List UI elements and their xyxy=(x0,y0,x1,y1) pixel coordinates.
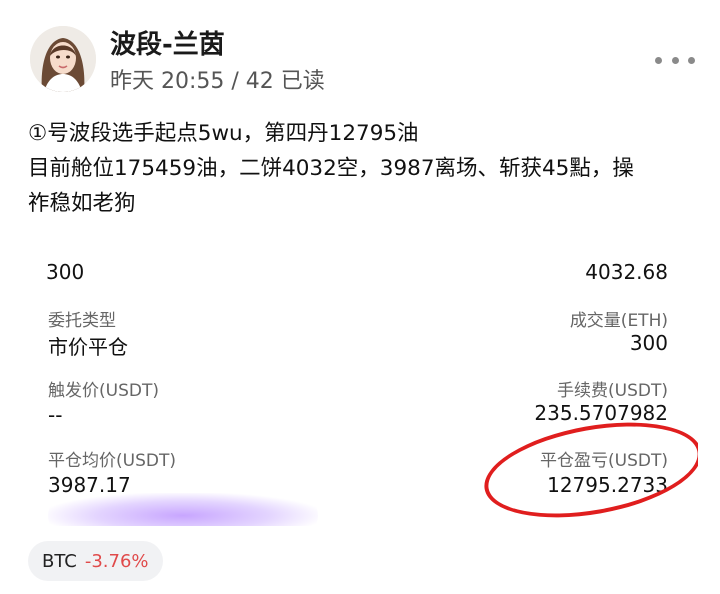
entrust-type-value: 市价平仓 xyxy=(48,335,128,359)
post-body: ①号波段选手起点5wu，第四丹12795油 目前舱位175459油，二饼4032… xyxy=(28,116,688,221)
ticker-tag[interactable]: BTC -3.76% xyxy=(28,541,163,581)
filled-qty-value: 300 xyxy=(629,331,668,355)
purple-glow-overlay xyxy=(48,493,318,526)
fee-label: 手续费(USDT) xyxy=(557,381,668,401)
right-value-top: 4032.68 xyxy=(585,260,668,284)
filled-qty-label: 成交量(ETH) xyxy=(569,311,668,331)
trigger-price-label: 触发价(USDT) xyxy=(48,381,159,401)
avatar-portrait-icon xyxy=(30,26,96,92)
left-value-top: 300 xyxy=(46,260,85,284)
red-highlight-circle xyxy=(477,407,698,526)
post-line: 目前舱位175459油，二饼4032空，3987离场、斩获45點，操 xyxy=(28,156,634,181)
author-name[interactable]: 波段-兰茵 xyxy=(110,24,225,61)
ticker-change: -3.76% xyxy=(84,550,149,572)
more-options-icon[interactable] xyxy=(655,53,695,67)
ticker-symbol: BTC xyxy=(42,550,77,572)
post-meta: 昨天 20:55 / 42 已读 xyxy=(110,69,325,94)
fee-value: 235.5707982 xyxy=(534,401,668,425)
attached-screenshot[interactable]: 300 4032.68 委托类型 市价平仓 成交量(ETH) 300 触发价(U… xyxy=(28,238,698,526)
post-line: ①号波段选手起点5wu，第四丹12795油 xyxy=(28,121,419,146)
close-avg-label: 平仓均价(USDT) xyxy=(48,451,176,471)
entrust-type-label: 委托类型 xyxy=(48,311,116,331)
trigger-price-value: -- xyxy=(48,403,63,427)
avatar[interactable] xyxy=(30,26,96,92)
post-header: 波段-兰茵 昨天 20:55 / 42 已读 xyxy=(0,0,720,110)
post-line: 祚稳如老狗 xyxy=(28,191,136,216)
